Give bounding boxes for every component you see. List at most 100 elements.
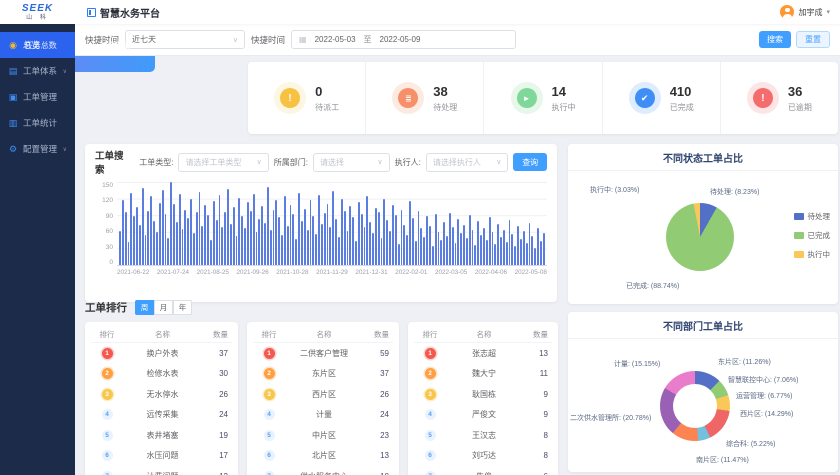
workorder-system-icon: ▤ (8, 66, 18, 77)
department-filter-select[interactable]: 请选择 ∨ (313, 153, 390, 172)
table-row: 7计费问题12 (91, 466, 232, 475)
table-row: 5王汉志8 (414, 425, 552, 446)
sidebar-item-label: 工单管理 (23, 91, 57, 103)
rank-item-name: 牛俊 (446, 471, 522, 475)
rank-item-qty: 19 (202, 431, 232, 440)
rank-number: 6 (91, 450, 123, 461)
collapse-menu-icon[interactable] (87, 8, 96, 17)
sidebar-item-1[interactable]: ▤工单体系∨ (0, 58, 75, 84)
legend-swatch (794, 251, 804, 258)
workorder-stats-icon: ▥ (8, 118, 18, 129)
table-row: 6刘巧达8 (414, 446, 552, 467)
pie-slice-label: 运营管理: (6.77%) (736, 391, 792, 401)
rank-number: 4 (414, 409, 446, 420)
rank-item-name: 中片区 (285, 430, 363, 441)
rank-item-qty: 26 (202, 390, 232, 399)
status-pie-title: 不同状态工单占比 (568, 144, 838, 171)
sidebar-item-2[interactable]: ▣ 工单管理 (0, 84, 75, 110)
ranking-table-3: 排行 名称 数量 1张志超132魏大宁113耿国栋94严俊文95王汉志86刘巧达… (408, 322, 558, 475)
department-filter-label: 所属部门: (274, 157, 308, 168)
medal-icon: 3 (414, 389, 446, 400)
table-row: 3西片区26 (253, 384, 393, 405)
table-row: 3无水停水26 (91, 384, 232, 405)
rank-number: 4 (253, 409, 285, 420)
rank-item-qty: 17 (202, 451, 232, 460)
table-row: 7供水服务中心10 (253, 466, 393, 475)
table-row: 2东片区37 (253, 364, 393, 385)
executor-filter-select[interactable]: 请选择执行人 ∨ (426, 153, 509, 172)
chevron-down-icon: ∨ (63, 146, 67, 153)
rank-item-name: 东片区 (285, 368, 363, 379)
date-range-picker[interactable]: ▦ 2022-05-03 至 2022-05-09 (291, 30, 516, 49)
rank-number: 7 (253, 471, 285, 475)
status-stats-card: !0待派工≣38待处理►14执行中✔410已完成!36已逾期 (248, 62, 838, 134)
sidebar-item-4[interactable]: ⚙配置管理∨ (0, 136, 75, 162)
rank-item-name: 严俊文 (446, 409, 522, 420)
rank-item-name: 魏大宁 (446, 368, 522, 379)
rank-item-qty: 24 (202, 410, 232, 419)
document-icon: ≣ (392, 82, 424, 114)
app-header: SEEK 山 科 智慧水务平台 加宇成 ▾ (0, 0, 840, 24)
medal-icon: 2 (253, 368, 285, 379)
tab-week[interactable]: 周 (135, 300, 154, 315)
pie-slice-label: 已完成: (88.74%) (626, 281, 679, 291)
pie-slice-label: 执行中: (3.03%) (590, 185, 639, 195)
rank-number: 5 (91, 430, 123, 441)
table-row: 4计量24 (253, 405, 393, 426)
tab-year[interactable]: 年 (173, 300, 192, 315)
rank-number: 6 (253, 450, 285, 461)
tab-month[interactable]: 月 (154, 300, 173, 315)
total-tasks-label: 任务总数 (25, 40, 57, 51)
ranking-table-header: 排行 名称 数量 (253, 327, 393, 343)
rank-item-name: 无水停水 (123, 389, 202, 400)
stat-value: 410 (670, 84, 694, 99)
rank-number: 7 (414, 471, 446, 475)
date-to-label: 至 (364, 34, 372, 45)
pie-slice-label: 西片区: (14.29%) (740, 409, 793, 419)
query-button[interactable]: 查询 (513, 153, 547, 171)
stat-label: 执行中 (552, 102, 576, 113)
date-start: 2022-05-03 (315, 35, 356, 44)
sidebar-item-3[interactable]: ▥ 工单统计 (0, 110, 75, 136)
dept-donut-disc (660, 371, 730, 441)
type-filter-label: 工单类型: (139, 157, 173, 168)
rank-item-qty: 9 (522, 410, 552, 419)
reset-button[interactable]: 重置 (796, 31, 830, 48)
rank-item-name: 水压问题 (123, 450, 202, 461)
sidebar-item-label: 工单统计 (23, 117, 57, 129)
quick-time-select[interactable]: 近七天 ∨ (125, 30, 245, 49)
table-row: 3耿国栋9 (414, 384, 552, 405)
date-end: 2022-05-09 (380, 35, 421, 44)
ranking-table-1: 排行 名称 数量 1换户外表372检修水表303无水停水264远传采集245表井… (85, 322, 238, 475)
stat-item-待派工: !0待派工 (248, 62, 365, 134)
pie-slice-label: 二次供水管理所: (20.78%) (570, 413, 651, 423)
rank-item-name: 计费问题 (123, 471, 202, 475)
stat-item-待处理: ≣38待处理 (365, 62, 483, 134)
table-row: 4远传采集24 (91, 405, 232, 426)
workorder-manage-icon: ▣ (8, 92, 18, 103)
logo-subtext: 山 科 (0, 15, 75, 21)
bar-chart-bars (117, 182, 547, 265)
status-pie-chart: 待处理: (8.23%)已完成: (88.74%)执行中: (3.03%) 待处… (568, 171, 838, 303)
rank-item-qty: 13 (363, 451, 393, 460)
pie-slice-label: 南片区: (11.47%) (696, 455, 749, 465)
department-donut-card: 不同部门工单占比 东片区: (11.26%)智慧联控中心: (7.06%)运营管… (568, 312, 838, 472)
search-button[interactable]: 搜索 (759, 31, 791, 48)
ranking-tabs: 周 月 年 (135, 300, 192, 315)
logo: SEEK 山 科 (0, 4, 75, 21)
rank-item-name: 张志超 (446, 348, 522, 359)
rank-item-name: 北片区 (285, 450, 363, 461)
type-filter-select[interactable]: 请选择工单类型 ∨ (178, 153, 268, 172)
bar-chart-plot (117, 182, 547, 266)
stat-label: 已逾期 (788, 102, 812, 113)
table-row: 6北片区13 (253, 446, 393, 467)
department-donut-title: 不同部门工单占比 (568, 312, 838, 339)
table-row: 2检修水表30 (91, 364, 232, 385)
settings-icon: ⚙ (8, 144, 18, 155)
user-menu[interactable]: 加宇成 ▾ (780, 5, 830, 19)
logo-text: SEEK (0, 4, 75, 14)
workorder-search-title: 工单搜索 (95, 148, 132, 176)
table-row: 7牛俊6 (414, 466, 552, 475)
rank-item-name: 供水服务中心 (285, 471, 363, 475)
bell-icon: ! (747, 82, 779, 114)
